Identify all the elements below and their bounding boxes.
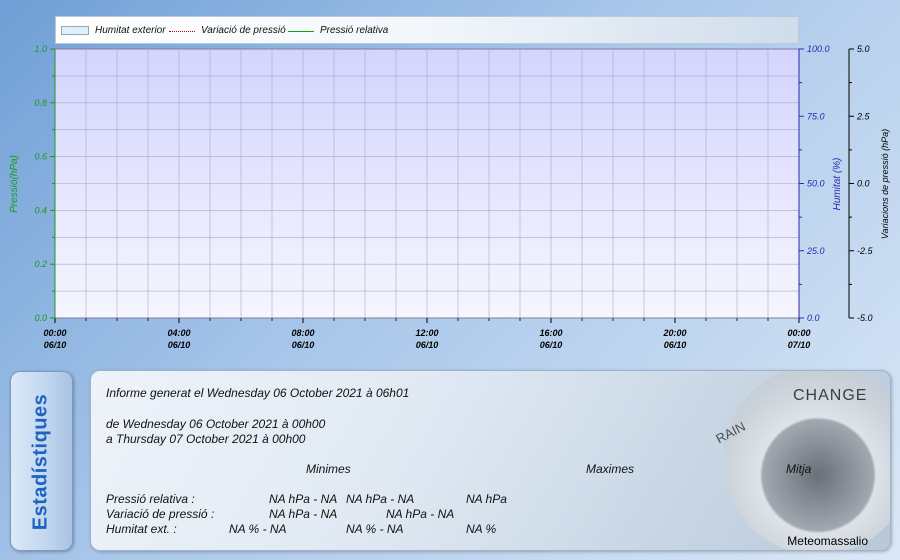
row-min-pressure-variation: NA hPa - NA — [269, 507, 338, 521]
col-header-min: Minimes — [306, 462, 351, 476]
x-tick-label-time: 16:00 — [539, 328, 562, 338]
y-right-tick-label: 100.0 — [807, 44, 830, 54]
y-axis-humidity: 0.0 25.0 50.0 75.0 100.0 — [798, 44, 830, 323]
row-min-humidity: NA % - NA — [229, 522, 287, 536]
x-tick-label-date: 06/10 — [540, 340, 563, 350]
row-max-pressure-variation: NA hPa - NA — [386, 507, 455, 521]
y-far-right-tick-label: 0.0 — [857, 179, 870, 189]
legend-item-pressure-variation: Variació de pressió — [169, 25, 286, 36]
legend-swatch-humidity — [61, 26, 89, 35]
x-tick-label-date: 06/10 — [292, 340, 315, 350]
y-right-tick-label: 50.0 — [807, 179, 825, 189]
x-tick-label-time: 20:00 — [662, 328, 686, 338]
y-left-tick-label: 0.0 — [34, 313, 47, 323]
y-axis-pressure: 0.0 0.2 0.4 0.6 0.8 1.0 — [34, 44, 56, 323]
period-to-line: a Thursday 07 October 2021 à 00h00 — [106, 432, 306, 446]
col-header-avg: Mitja — [786, 462, 812, 476]
legend-item-relative-pressure: Pressió relativa — [288, 25, 388, 36]
x-tick-label-time: 12:00 — [415, 328, 438, 338]
y-far-right-tick-label: 5.0 — [857, 44, 870, 54]
y-left-tick-label: 0.2 — [34, 259, 47, 269]
x-tick-label-date: 06/10 — [168, 340, 191, 350]
y-left-tick-label: 0.6 — [34, 152, 47, 162]
x-tick-label-date: 06/10 — [416, 340, 439, 350]
x-tick-label-time: 04:00 — [167, 328, 190, 338]
y-axis-pressure-variation: -5.0 -2.5 0.0 2.5 5.0 — [848, 44, 874, 323]
weather-chart: 00:00 06/10 04:00 06/10 08:00 06/10 12:00 06/10… — [9, 44, 890, 350]
legend-swatch-pressure-variation — [169, 30, 195, 32]
y-left-tick-label: 0.8 — [34, 98, 47, 108]
stats-panel: CHANGE RAIN Informe generat el Wednesday… — [90, 370, 891, 551]
row-avg-humidity: NA % — [466, 522, 497, 536]
report-generated-line: Informe generat el Wednesday 06 October … — [106, 386, 410, 400]
y-right-tick-label: 25.0 — [806, 246, 825, 256]
y-right-label: Humitat (%) — [832, 158, 843, 211]
y-left-tick-label: 1.0 — [34, 44, 47, 54]
y-far-right-tick-label: -5.0 — [857, 313, 873, 323]
row-label-pressure-variation: Variació de pressió : — [106, 507, 215, 521]
legend-label-relative-pressure: Pressió relativa — [320, 25, 389, 36]
row-label-relative-pressure: Pressió relativa : — [106, 492, 195, 506]
x-axis: 00:00 06/10 04:00 06/10 08:00 06/10 12:00 06/10… — [43, 318, 811, 350]
row-max-humidity: NA % - NA — [346, 522, 404, 536]
credit-text: Meteomassalio — [787, 534, 868, 548]
row-max-relative-pressure: NA hPa - NA — [346, 492, 415, 506]
row-min-relative-pressure: NA hPa - NA — [269, 492, 338, 506]
y-left-tick-label: 0.4 — [34, 205, 47, 215]
stats-tab-label: Estadístiques — [29, 393, 52, 531]
y-far-right-tick-label: 2.5 — [856, 111, 871, 121]
legend-label-pressure-variation: Variació de pressió — [201, 25, 286, 36]
col-header-max: Maximes — [586, 462, 635, 476]
y-right-tick-label: 0.0 — [807, 313, 820, 323]
x-tick-label-date: 06/10 — [44, 340, 67, 350]
chart-legend: Humitat exterior Variació de pressió Pre… — [55, 16, 799, 44]
y-left-label: Pressió(hPa) — [9, 155, 20, 213]
y-right-tick-label: 75.0 — [807, 111, 825, 121]
period-from-line: de Wednesday 06 October 2021 à 00h00 — [106, 417, 326, 431]
barometer-change-text: CHANGE — [793, 387, 868, 404]
x-tick-label-date: 07/10 — [788, 340, 811, 350]
x-tick-label-time: 08:00 — [291, 328, 314, 338]
legend-swatch-relative-pressure — [288, 30, 314, 32]
x-tick-label-time: 00:00 — [787, 328, 810, 338]
legend-item-humidity: Humitat exterior — [61, 25, 166, 36]
stats-tab[interactable]: Estadístiques — [10, 371, 73, 551]
row-label-humidity: Humitat ext. : — [106, 522, 177, 536]
x-tick-label-date: 06/10 — [664, 340, 687, 350]
row-avg-relative-pressure: NA hPa — [466, 492, 507, 506]
y-far-right-label: Variacions de pressió (hPa) — [880, 129, 890, 239]
x-tick-label-time: 00:00 — [43, 328, 66, 338]
y-far-right-tick-label: -2.5 — [857, 246, 874, 256]
legend-label-humidity: Humitat exterior — [95, 25, 166, 36]
